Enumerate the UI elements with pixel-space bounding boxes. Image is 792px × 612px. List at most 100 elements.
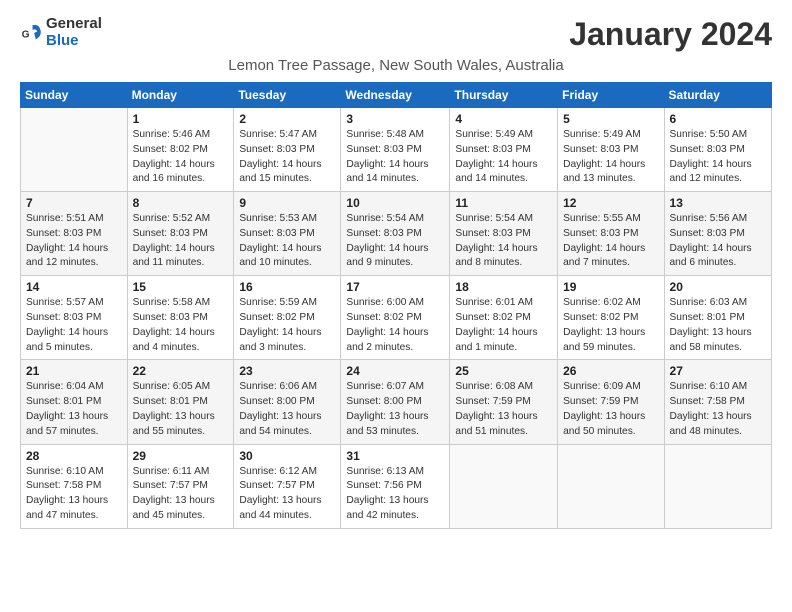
calendar-cell: 14Sunrise: 5:57 AM Sunset: 8:03 PM Dayli… — [21, 276, 128, 360]
logo-text: General Blue — [46, 16, 102, 49]
cell-content: Sunrise: 6:12 AM Sunset: 7:57 PM Dayligh… — [239, 465, 335, 524]
month-title: January 2024 — [569, 16, 772, 53]
calendar-cell: 30 Sunrise: 6:12 AM Sunset: 7:57 PM Dayli… — [234, 444, 341, 528]
day-header-friday: Friday — [558, 83, 664, 108]
day-number: 5 — [563, 112, 658, 126]
cell-content: Sunrise: 6:10 AM Sunset: 7:58 PM Dayligh… — [26, 465, 122, 524]
calendar-header-row: SundayMondayTuesdayWednesdayThursdayFrid… — [21, 83, 772, 108]
day-header-monday: Monday — [127, 83, 234, 108]
calendar-cell: 17 Sunrise: 6:00 AM Sunset: 8:02 PM Dayli… — [341, 276, 450, 360]
day-number: 19 — [563, 280, 658, 294]
day-number: 27 — [670, 364, 766, 378]
calendar-cell: 23Sunrise: 6:06 AM Sunset: 8:00 PM Dayli… — [234, 360, 341, 444]
day-number: 25 — [455, 364, 552, 378]
cell-content: Sunrise: 5:52 AM Sunset: 8:03 PM Dayligh… — [133, 212, 229, 271]
day-number: 9 — [239, 196, 335, 210]
day-header-tuesday: Tuesday — [234, 83, 341, 108]
day-number: 18 — [455, 280, 552, 294]
cell-content: Sunrise: 6:01 AM Sunset: 8:02 PM Dayligh… — [455, 296, 552, 355]
calendar-cell: 8 Sunrise: 5:52 AM Sunset: 8:03 PM Daylig… — [127, 192, 234, 276]
day-number: 15 — [133, 280, 229, 294]
calendar-cell: 22 Sunrise: 6:05 AM Sunset: 8:01 PM Dayli… — [127, 360, 234, 444]
day-number: 6 — [670, 112, 766, 126]
logo-icon: G — [20, 22, 42, 44]
calendar-cell: 1Sunrise: 5:46 AM Sunset: 8:02 PM Daylig… — [127, 108, 234, 192]
calendar-cell — [558, 444, 664, 528]
day-number: 7 — [26, 196, 122, 210]
calendar-cell: 27 Sunrise: 6:10 AM Sunset: 7:58 PM Dayli… — [664, 360, 771, 444]
svg-text:G: G — [22, 29, 30, 40]
calendar-cell: 3Sunrise: 5:48 AM Sunset: 8:03 PM Daylig… — [341, 108, 450, 192]
day-number: 3 — [346, 112, 444, 126]
cell-content: Sunrise: 5:47 AM Sunset: 8:03 PM Dayligh… — [239, 128, 335, 187]
calendar-cell: 4Sunrise: 5:49 AM Sunset: 8:03 PM Daylig… — [450, 108, 558, 192]
calendar-cell: 29 Sunrise: 6:11 AM Sunset: 7:57 PM Dayli… — [127, 444, 234, 528]
day-number: 22 — [133, 364, 229, 378]
day-number: 10 — [346, 196, 444, 210]
cell-content: Sunrise: 6:05 AM Sunset: 8:01 PM Dayligh… — [133, 380, 229, 439]
day-number: 2 — [239, 112, 335, 126]
calendar-week-5: 28 Sunrise: 6:10 AM Sunset: 7:58 PM Dayli… — [21, 444, 772, 528]
cell-content: Sunrise: 5:53 AM Sunset: 8:03 PM Dayligh… — [239, 212, 335, 271]
day-number: 13 — [670, 196, 766, 210]
logo: G General Blue — [20, 16, 102, 49]
calendar-cell: 31Sunrise: 6:13 AM Sunset: 7:56 PM Dayli… — [341, 444, 450, 528]
calendar-week-3: 14Sunrise: 5:57 AM Sunset: 8:03 PM Dayli… — [21, 276, 772, 360]
day-header-thursday: Thursday — [450, 83, 558, 108]
calendar-cell: 16Sunrise: 5:59 AM Sunset: 8:02 PM Dayli… — [234, 276, 341, 360]
cell-content: Sunrise: 6:07 AM Sunset: 8:00 PM Dayligh… — [346, 380, 444, 439]
cell-content: Sunrise: 6:02 AM Sunset: 8:02 PM Dayligh… — [563, 296, 658, 355]
cell-content: Sunrise: 6:11 AM Sunset: 7:57 PM Dayligh… — [133, 465, 229, 524]
cell-content: Sunrise: 6:08 AM Sunset: 7:59 PM Dayligh… — [455, 380, 552, 439]
location-title: Lemon Tree Passage, New South Wales, Aus… — [20, 57, 772, 74]
day-header-sunday: Sunday — [21, 83, 128, 108]
calendar-cell: 28 Sunrise: 6:10 AM Sunset: 7:58 PM Dayli… — [21, 444, 128, 528]
logo-general: General — [46, 16, 102, 33]
calendar-cell — [450, 444, 558, 528]
cell-content: Sunrise: 6:10 AM Sunset: 7:58 PM Dayligh… — [670, 380, 766, 439]
calendar-cell: 19 Sunrise: 6:02 AM Sunset: 8:02 PM Dayli… — [558, 276, 664, 360]
cell-content: Sunrise: 5:49 AM Sunset: 8:03 PM Dayligh… — [563, 128, 658, 187]
cell-content: Sunrise: 5:55 AM Sunset: 8:03 PM Dayligh… — [563, 212, 658, 271]
calendar-cell: 2 Sunrise: 5:47 AM Sunset: 8:03 PM Daylig… — [234, 108, 341, 192]
day-number: 4 — [455, 112, 552, 126]
calendar-cell: 7 Sunrise: 5:51 AM Sunset: 8:03 PM Daylig… — [21, 192, 128, 276]
day-number: 28 — [26, 449, 122, 463]
cell-content: Sunrise: 5:56 AM Sunset: 8:03 PM Dayligh… — [670, 212, 766, 271]
day-number: 20 — [670, 280, 766, 294]
day-header-saturday: Saturday — [664, 83, 771, 108]
day-number: 30 — [239, 449, 335, 463]
cell-content: Sunrise: 6:03 AM Sunset: 8:01 PM Dayligh… — [670, 296, 766, 355]
day-header-wednesday: Wednesday — [341, 83, 450, 108]
cell-content: Sunrise: 5:57 AM Sunset: 8:03 PM Dayligh… — [26, 296, 122, 355]
calendar-cell: 9 Sunrise: 5:53 AM Sunset: 8:03 PM Daylig… — [234, 192, 341, 276]
cell-content: Sunrise: 5:54 AM Sunset: 8:03 PM Dayligh… — [455, 212, 552, 271]
calendar-cell: 26Sunrise: 6:09 AM Sunset: 7:59 PM Dayli… — [558, 360, 664, 444]
cell-content: Sunrise: 6:04 AM Sunset: 8:01 PM Dayligh… — [26, 380, 122, 439]
cell-content: Sunrise: 6:06 AM Sunset: 8:00 PM Dayligh… — [239, 380, 335, 439]
calendar-cell: 10 Sunrise: 5:54 AM Sunset: 8:03 PM Dayli… — [341, 192, 450, 276]
cell-content: Sunrise: 6:00 AM Sunset: 8:02 PM Dayligh… — [346, 296, 444, 355]
cell-content: Sunrise: 5:51 AM Sunset: 8:03 PM Dayligh… — [26, 212, 122, 271]
calendar-week-4: 21Sunrise: 6:04 AM Sunset: 8:01 PM Dayli… — [21, 360, 772, 444]
cell-content: Sunrise: 5:54 AM Sunset: 8:03 PM Dayligh… — [346, 212, 444, 271]
day-number: 29 — [133, 449, 229, 463]
cell-content: Sunrise: 6:09 AM Sunset: 7:59 PM Dayligh… — [563, 380, 658, 439]
day-number: 17 — [346, 280, 444, 294]
calendar-cell: 21Sunrise: 6:04 AM Sunset: 8:01 PM Dayli… — [21, 360, 128, 444]
calendar-week-2: 7 Sunrise: 5:51 AM Sunset: 8:03 PM Daylig… — [21, 192, 772, 276]
calendar-cell: 11Sunrise: 5:54 AM Sunset: 8:03 PM Dayli… — [450, 192, 558, 276]
calendar-table: SundayMondayTuesdayWednesdayThursdayFrid… — [20, 82, 772, 529]
calendar-cell: 25 Sunrise: 6:08 AM Sunset: 7:59 PM Dayli… — [450, 360, 558, 444]
calendar-cell: 20 Sunrise: 6:03 AM Sunset: 8:01 PM Dayli… — [664, 276, 771, 360]
calendar-body: 1Sunrise: 5:46 AM Sunset: 8:02 PM Daylig… — [21, 108, 772, 529]
cell-content: Sunrise: 5:59 AM Sunset: 8:02 PM Dayligh… — [239, 296, 335, 355]
calendar-cell: 5 Sunrise: 5:49 AM Sunset: 8:03 PM Daylig… — [558, 108, 664, 192]
day-number: 24 — [346, 364, 444, 378]
day-number: 8 — [133, 196, 229, 210]
calendar-cell: 12Sunrise: 5:55 AM Sunset: 8:03 PM Dayli… — [558, 192, 664, 276]
cell-content: Sunrise: 6:13 AM Sunset: 7:56 PM Dayligh… — [346, 465, 444, 524]
logo-blue: Blue — [46, 33, 102, 50]
calendar-cell — [21, 108, 128, 192]
cell-content: Sunrise: 5:46 AM Sunset: 8:02 PM Dayligh… — [133, 128, 229, 187]
